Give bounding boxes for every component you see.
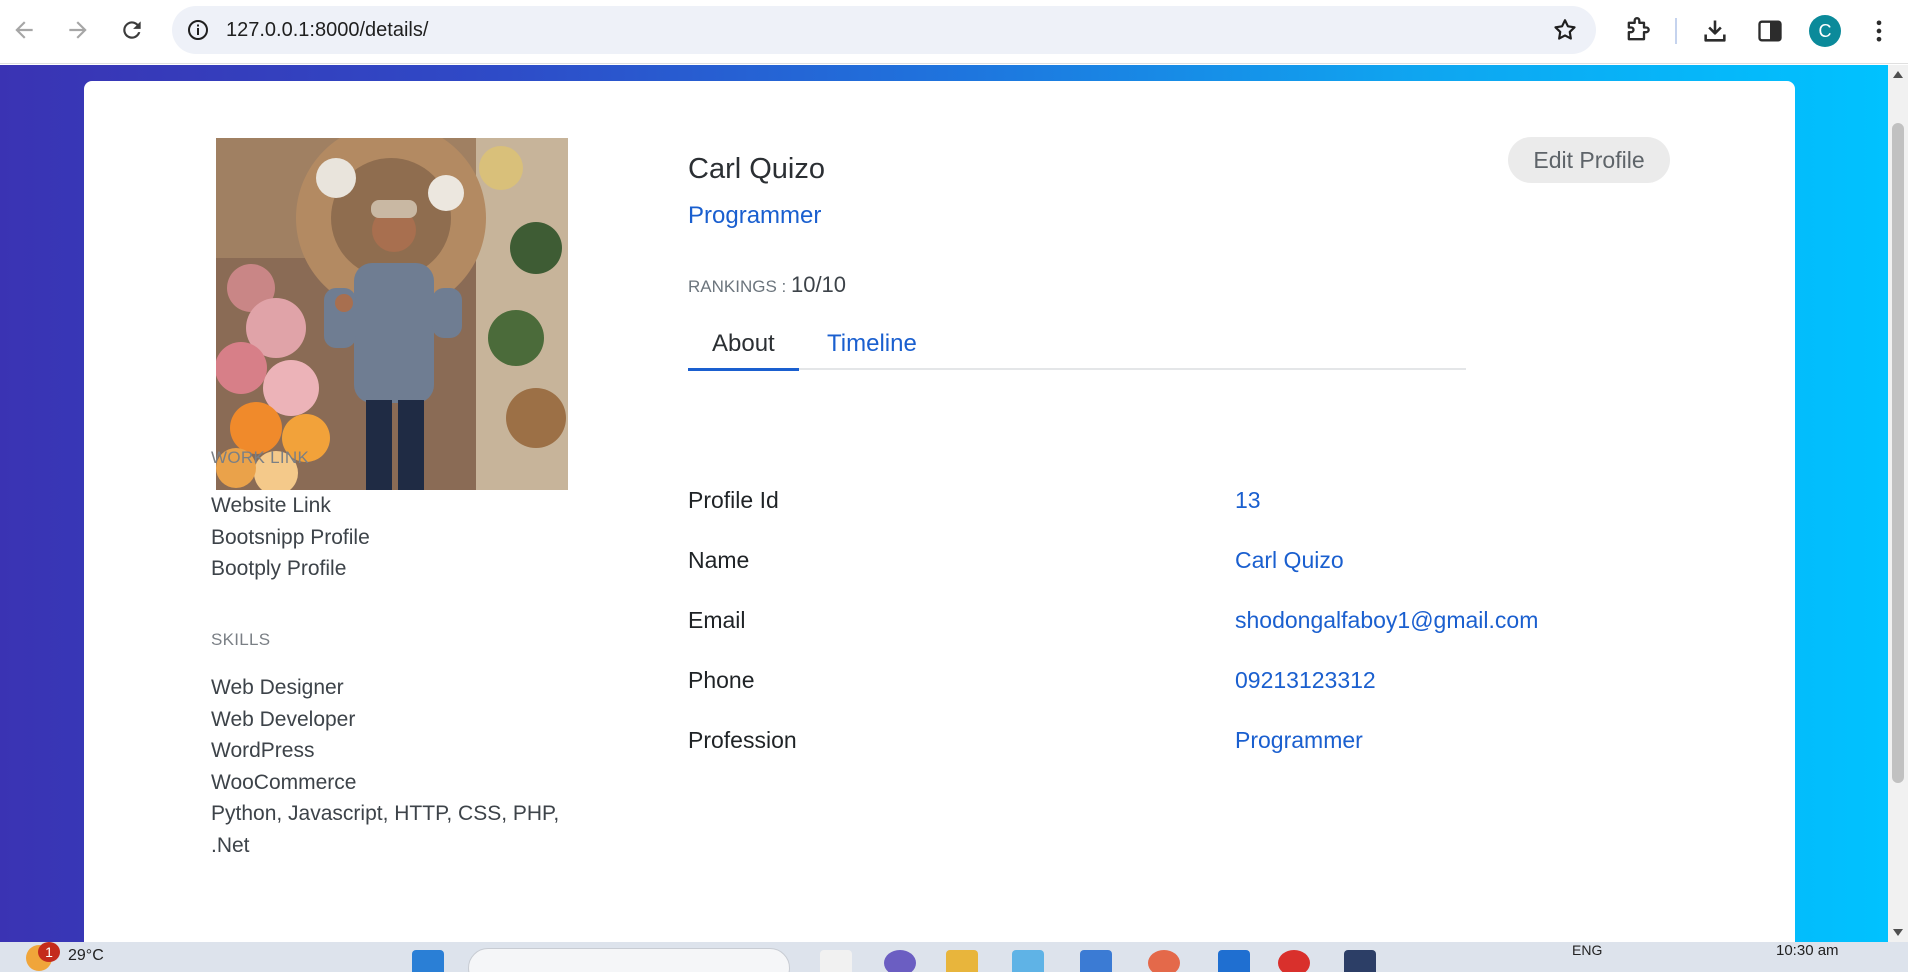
forward-button[interactable] bbox=[58, 10, 98, 50]
skill-item: WordPress bbox=[211, 739, 315, 762]
start-icon[interactable] bbox=[412, 950, 444, 972]
notification-badge: 1 bbox=[38, 942, 60, 962]
terminal-icon[interactable] bbox=[1344, 950, 1376, 972]
work-link-bootsnipp[interactable]: Bootsnipp Profile bbox=[211, 522, 370, 554]
scroll-down-arrow-icon[interactable] bbox=[1893, 929, 1903, 936]
about-row-phone: Phone 09213123312 bbox=[688, 667, 1688, 703]
back-arrow-icon bbox=[15, 21, 33, 39]
scroll-up-arrow-icon[interactable] bbox=[1893, 71, 1903, 78]
reload-icon bbox=[123, 21, 141, 39]
page-scrollbar[interactable] bbox=[1888, 65, 1908, 942]
work-link-website[interactable]: Website Link bbox=[211, 490, 370, 522]
vscode-icon[interactable] bbox=[1218, 950, 1250, 972]
url-text[interactable]: 127.0.0.1:8000/details/ bbox=[226, 19, 428, 42]
side-panel-button[interactable] bbox=[1753, 14, 1787, 48]
profile-photo-image bbox=[216, 138, 568, 490]
about-value: 09213123312 bbox=[1235, 667, 1376, 693]
work-link-list: Website Link Bootsnipp Profile Bootply P… bbox=[211, 490, 370, 585]
about-label: Profile Id bbox=[688, 487, 779, 513]
page-background: WORK LINK Website Link Bootsnipp Profile… bbox=[0, 65, 1888, 942]
work-link-bootply[interactable]: Bootply Profile bbox=[211, 553, 370, 585]
profile-photo bbox=[216, 138, 568, 490]
download-icon bbox=[1704, 20, 1726, 42]
skills-list: Web Designer Web Developer WordPress Woo… bbox=[211, 672, 559, 861]
folder-icon[interactable] bbox=[946, 950, 978, 972]
weather-temperature: 29°C bbox=[68, 947, 104, 964]
about-label: Name bbox=[688, 547, 750, 573]
forward-arrow-icon bbox=[69, 21, 87, 39]
site-info-icon[interactable] bbox=[186, 18, 210, 42]
skills-heading: SKILLS bbox=[211, 630, 271, 649]
about-label: Phone bbox=[688, 667, 755, 693]
tab-timeline[interactable]: Timeline bbox=[803, 327, 941, 370]
about-row-profession: Profession Programmer bbox=[688, 727, 1688, 763]
about-value: 13 bbox=[1235, 487, 1261, 513]
os-taskbar: 1 29°C ENG 10:30 am bbox=[0, 942, 1908, 972]
toolbar-divider bbox=[1675, 18, 1677, 44]
about-value: Programmer bbox=[1235, 727, 1363, 753]
profile-avatar[interactable]: C bbox=[1809, 15, 1841, 47]
address-bar[interactable]: 127.0.0.1:8000/details/ bbox=[172, 6, 1596, 54]
profile-role: Programmer bbox=[688, 202, 822, 229]
skill-item: Web Designer bbox=[211, 676, 344, 699]
kebab-menu-icon bbox=[1876, 20, 1882, 42]
extensions-button[interactable] bbox=[1620, 14, 1654, 48]
about-value: Carl Quizo bbox=[1235, 547, 1344, 573]
edit-profile-button[interactable]: Edit Profile bbox=[1508, 137, 1670, 183]
taskbar-app-icon[interactable] bbox=[884, 950, 916, 972]
downloads-button[interactable] bbox=[1698, 14, 1732, 48]
clock-time[interactable]: 10:30 am bbox=[1776, 942, 1839, 959]
rankings-label: RANKINGS : bbox=[688, 277, 791, 296]
calendar-icon[interactable] bbox=[1080, 950, 1112, 972]
scrollbar-thumb[interactable] bbox=[1892, 123, 1904, 783]
profile-card: WORK LINK Website Link Bootsnipp Profile… bbox=[84, 81, 1795, 942]
taskbar-app-icon[interactable] bbox=[1012, 950, 1044, 972]
rankings-value: 10/10 bbox=[790, 272, 847, 297]
skill-item: .Net bbox=[211, 833, 250, 857]
reload-button[interactable] bbox=[112, 10, 152, 50]
about-label: Profession bbox=[688, 727, 797, 753]
taskbar-app-icon[interactable] bbox=[820, 950, 852, 972]
back-button[interactable] bbox=[4, 10, 44, 50]
about-row-email: Email shodongalfaboy1@gmail.com bbox=[688, 607, 1688, 643]
bookmark-star-icon[interactable] bbox=[1552, 17, 1578, 43]
puzzle-icon bbox=[1627, 17, 1650, 41]
profile-tabs: About Timeline bbox=[688, 327, 1466, 371]
about-value: shodongalfaboy1@gmail.com bbox=[1235, 607, 1539, 633]
browser-toolbar: 127.0.0.1:8000/details/ C bbox=[0, 0, 1908, 64]
taskbar-app-icon[interactable] bbox=[1148, 950, 1180, 972]
chrome-icon[interactable] bbox=[1278, 950, 1310, 972]
profile-name: Carl Quizo bbox=[688, 153, 825, 185]
about-row-name: Name Carl Quizo bbox=[688, 547, 1688, 583]
work-link-heading: WORK LINK bbox=[211, 448, 310, 467]
skill-item: Python, Javascript, HTTP, CSS, PHP, bbox=[211, 802, 560, 825]
about-row-profile-id: Profile Id 13 bbox=[688, 487, 1688, 523]
browser-menu-button[interactable] bbox=[1862, 14, 1896, 48]
side-panel-icon bbox=[1758, 20, 1782, 42]
language-indicator[interactable]: ENG bbox=[1572, 942, 1602, 958]
skill-item: WooCommerce bbox=[211, 770, 357, 794]
taskbar-search[interactable] bbox=[468, 948, 790, 972]
skill-item: Web Developer bbox=[211, 707, 356, 731]
about-label: Email bbox=[688, 607, 746, 633]
tab-about[interactable]: About bbox=[688, 327, 799, 371]
rankings: RANKINGS : 10/10 bbox=[688, 272, 846, 298]
